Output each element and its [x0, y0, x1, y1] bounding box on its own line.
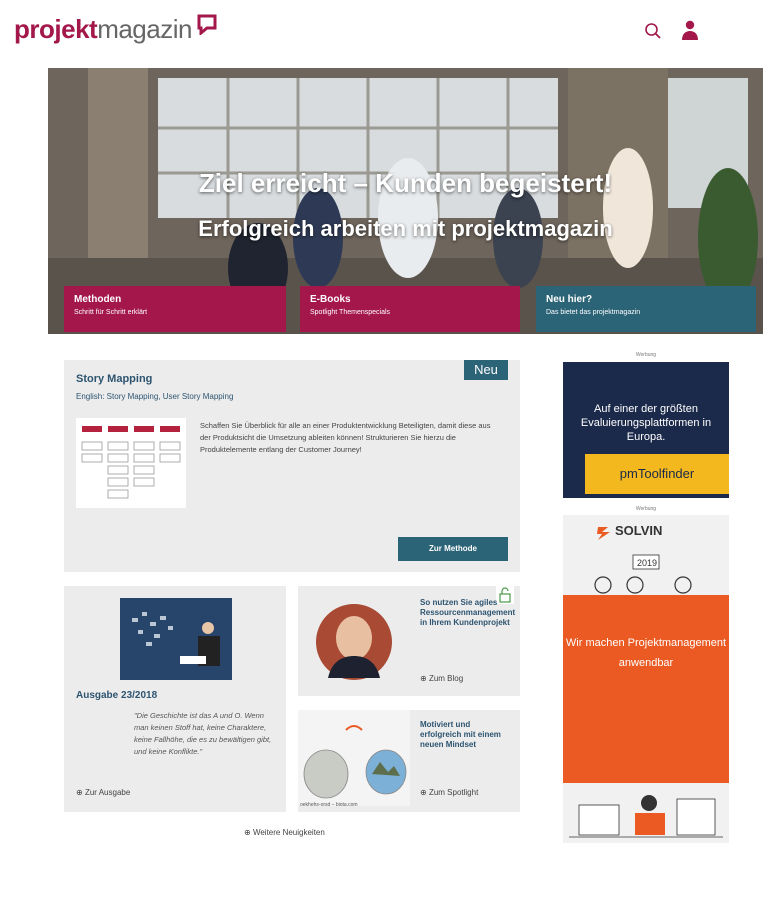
- logo-mark-icon: [197, 14, 217, 35]
- ad-year: 2019: [637, 558, 657, 568]
- link-label: Zum Blog: [428, 674, 464, 683]
- image-credit: oekhehs-orsd – biota.com: [300, 802, 358, 808]
- tile-title: Neu hier?: [546, 294, 593, 305]
- issue-cover-image: [120, 598, 232, 680]
- ad-text: Auf einer der größten Evaluierungsplattf…: [580, 403, 712, 443]
- ad-brand: SOLVIN: [615, 523, 663, 538]
- link-label: Weitere Neuigkeiten: [252, 828, 325, 837]
- hero-subtitle: Erfolgreich arbeiten mit projektmagazin: [198, 216, 613, 241]
- ad-illustration-bottom: [569, 795, 723, 838]
- ad-label: Werbung: [635, 506, 657, 512]
- arrow-circle-icon: ⊕: [76, 788, 83, 797]
- author-portrait: [316, 604, 392, 680]
- zum-spotlight-link[interactable]: ⊕ Zum Spotlight: [420, 788, 478, 797]
- issue-title[interactable]: Ausgabe 23/2018: [76, 690, 157, 701]
- solvin-logo-icon: [597, 527, 610, 540]
- new-badge: Neu: [464, 360, 508, 380]
- more-news-link[interactable]: ⊕ Weitere Neuigkeiten: [244, 828, 325, 837]
- tile-methoden[interactable]: Methoden Schritt für Schritt erklärt: [64, 286, 286, 332]
- logo-text-light: magazin: [97, 14, 192, 44]
- issue-quote: "Die Geschichte ist das A und O. Wenn ma…: [134, 711, 272, 756]
- tile-title: Methoden: [74, 294, 122, 305]
- spotlight-title[interactable]: Motiviert und erfolgreich mit einem neue…: [420, 720, 510, 750]
- hero-title: Ziel erreicht – Kunden begeistert!: [198, 168, 613, 198]
- ad-label: Werbung: [635, 352, 657, 358]
- tile-neu-hier[interactable]: Neu hier? Das bietet das projektmagazin: [536, 286, 756, 332]
- user-icon[interactable]: [681, 20, 699, 40]
- zur-methode-button[interactable]: Zur Methode: [398, 537, 508, 561]
- card-english-terms: English: Story Mapping, User Story Mappi…: [76, 392, 234, 401]
- ad-orange-panel: [563, 595, 729, 783]
- site-logo[interactable]: projekt magazin: [14, 14, 218, 45]
- blog-title[interactable]: So nutzen Sie agiles Ressourcenmanagemen…: [420, 598, 515, 628]
- ad-illustration-top: 2019: [594, 554, 692, 594]
- tile-subtitle: Spotlight Themenspecials: [310, 309, 391, 316]
- tile-subtitle: Schritt für Schritt erklärt: [74, 309, 148, 316]
- tile-subtitle: Das bietet das projektmagazin: [546, 309, 641, 316]
- story-map-thumbnail: [76, 418, 186, 508]
- arrow-circle-icon: ⊕: [244, 828, 251, 837]
- zur-ausgabe-link[interactable]: ⊕ Zur Ausgabe: [76, 788, 130, 797]
- tile-ebooks[interactable]: E-Books Spotlight Themenspecials: [300, 286, 520, 332]
- arrow-circle-icon: ⊕: [420, 674, 427, 683]
- link-label: Zur Ausgabe: [84, 788, 131, 797]
- solvin-ad[interactable]: SOLVIN 2019 Wir machen Projektmanagement…: [563, 515, 729, 843]
- ad-text: Wir machen Projektmanagement anwendbar: [565, 637, 727, 669]
- logo-text-bold: projekt: [14, 14, 98, 44]
- zum-blog-link[interactable]: ⊕ Zum Blog: [420, 674, 463, 683]
- spotlight-image: [298, 710, 410, 806]
- pmtoolfinder-ad[interactable]: Auf einer der größten Evaluierungsplattf…: [563, 362, 729, 498]
- card-title[interactable]: Story Mapping: [76, 373, 152, 385]
- arrow-circle-icon: ⊕: [420, 788, 427, 797]
- link-label: Zum Spotlight: [428, 788, 479, 797]
- tile-title: E-Books: [310, 294, 351, 305]
- ad-brand: pmToolfinder: [585, 454, 729, 494]
- search-icon[interactable]: [644, 22, 662, 40]
- card-description: Schaffen Sie Überblick für alle an einer…: [200, 421, 491, 454]
